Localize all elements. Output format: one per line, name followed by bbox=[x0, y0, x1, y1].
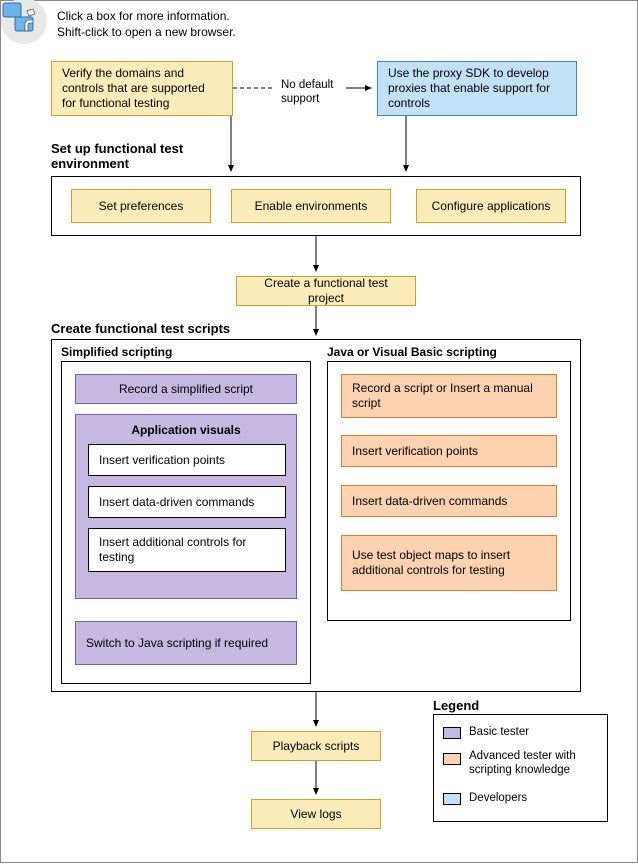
box-verify-domains[interactable]: Verify the domains and controls that are… bbox=[51, 61, 233, 116]
legend-swatch-developers bbox=[443, 793, 461, 805]
legend-swatch-basic bbox=[443, 727, 461, 739]
hint-line-1: Click a box for more information. bbox=[57, 9, 236, 25]
legend-swatch-advanced bbox=[443, 753, 461, 765]
label-application-visuals: Application visuals bbox=[76, 415, 296, 444]
label-java-vb-scripting: Java or Visual Basic scripting bbox=[327, 345, 497, 359]
box-insert-additional-simplified[interactable]: Insert additional controls for testing bbox=[88, 528, 286, 572]
box-create-project[interactable]: Create a functional test project bbox=[236, 276, 416, 306]
label-no-default-support: No default support bbox=[281, 79, 351, 107]
legend-text-basic: Basic tester bbox=[469, 726, 529, 740]
box-insert-datadriven-java[interactable]: Insert data-driven commands bbox=[341, 485, 557, 517]
box-record-script-java[interactable]: Record a script or Insert a manual scrip… bbox=[341, 374, 557, 418]
box-insert-verification-simplified[interactable]: Insert verification points bbox=[88, 444, 286, 476]
diagram-page: Click a box for more information. Shift-… bbox=[0, 0, 638, 863]
box-view-logs[interactable]: View logs bbox=[251, 799, 381, 829]
info-icon bbox=[0, 0, 52, 47]
box-test-object-maps[interactable]: Use test object maps to insert additiona… bbox=[341, 535, 557, 591]
legend-title: Legend bbox=[433, 698, 479, 713]
box-proxy-sdk[interactable]: Use the proxy SDK to develop proxies tha… bbox=[377, 61, 577, 116]
box-application-visuals: Application visuals Insert verification … bbox=[75, 414, 297, 599]
box-playback-scripts[interactable]: Playback scripts bbox=[251, 731, 381, 761]
box-set-preferences[interactable]: Set preferences bbox=[71, 189, 211, 223]
box-insert-verification-java[interactable]: Insert verification points bbox=[341, 435, 557, 467]
box-enable-environments[interactable]: Enable environments bbox=[231, 189, 391, 223]
box-record-simplified[interactable]: Record a simplified script bbox=[75, 374, 297, 404]
box-switch-to-java[interactable]: Switch to Java scripting if required bbox=[75, 621, 297, 665]
hint-line-2: Shift-click to open a new browser. bbox=[57, 25, 236, 41]
box-configure-applications[interactable]: Configure applications bbox=[416, 189, 566, 223]
label-create-scripts: Create functional test scripts bbox=[51, 321, 230, 336]
legend-text-developers: Developers bbox=[469, 792, 527, 806]
label-setup-environment: Set up functional test environment bbox=[51, 141, 221, 171]
hint-text: Click a box for more information. Shift-… bbox=[57, 9, 236, 40]
label-simplified-scripting: Simplified scripting bbox=[61, 345, 172, 359]
box-insert-datadriven-simplified[interactable]: Insert data-driven commands bbox=[88, 486, 286, 518]
legend-text-advanced: Advanced tester with scripting knowledge bbox=[469, 750, 599, 778]
